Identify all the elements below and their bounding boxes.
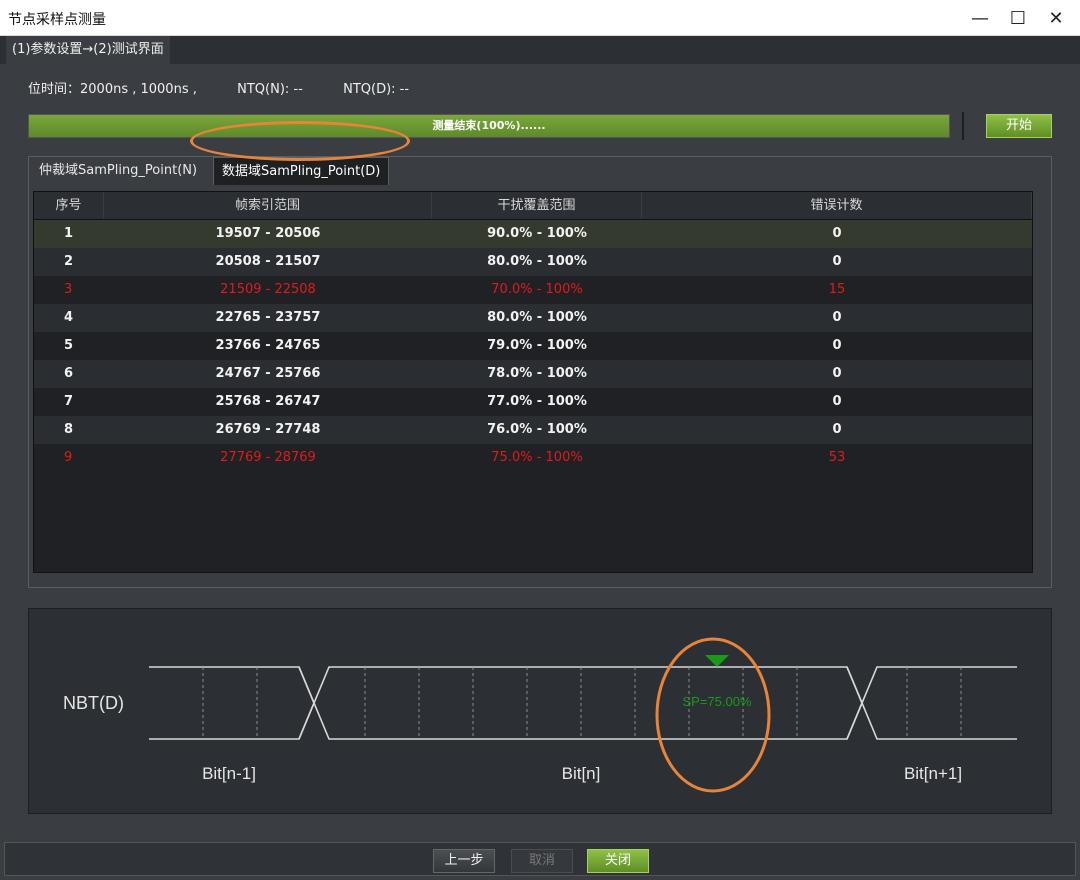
row-index: 9 [64, 450, 73, 465]
row-interference-range: 76.0% - 100% [487, 422, 587, 437]
maximize-icon[interactable]: ☐ [1003, 4, 1033, 32]
row-error-count: 0 [832, 254, 842, 269]
header-index[interactable]: 序号 [34, 192, 104, 219]
table-row[interactable]: 3 21509 - 22508 70.0% - 100% 15 [34, 276, 1032, 304]
bus-lines [149, 666, 1017, 740]
breadcrumb-bar: (1)参数设置→(2)测试界面 [0, 36, 1080, 64]
minimize-icon[interactable]: — [965, 4, 995, 32]
header-interference-range[interactable]: 干扰覆盖范围 [432, 192, 642, 219]
tab-arbitration-sampling-point[interactable]: 仲裁域SamPling_Point(N) [31, 157, 205, 185]
header-error-count[interactable]: 错误计数 [642, 192, 1032, 219]
start-button[interactable]: 开始 [986, 114, 1052, 138]
results-table: 序号 帧索引范围 干扰覆盖范围 错误计数 1 19507 - 20506 90.0%… [33, 191, 1033, 573]
tab-data-sampling-point[interactable]: 数据域SamPling_Point(D) [213, 157, 390, 185]
close-icon[interactable]: ✕ [1041, 4, 1071, 32]
previous-step-button[interactable]: 上一步 [433, 849, 495, 873]
table-row[interactable]: 2 20508 - 21507 80.0% - 100% 0 [34, 248, 1032, 276]
bit-time-label: 位时间：2000ns , 1000ns , [28, 82, 197, 97]
row-error-count: 0 [832, 338, 842, 353]
row-interference-range: 75.0% - 100% [491, 450, 583, 465]
bit-time-info: 位时间：2000ns , 1000ns , NTQ(N): -- NTQ(D):… [28, 78, 415, 97]
ntq-d-value: NTQ(D): -- [343, 82, 410, 97]
ntq-n-value: NTQ(N): -- [237, 82, 303, 97]
row-index: 5 [64, 338, 74, 353]
sampling-tab-panel: 仲裁域SamPling_Point(N) 数据域SamPling_Point(D… [28, 156, 1052, 588]
table-row[interactable]: 7 25768 - 26747 77.0% - 100% 0 [34, 388, 1032, 416]
waveform-panel: NBT(D) SP=75.00% Bit[n-1] Bit[n] Bit[n+1… [28, 608, 1052, 814]
table-body: 1 19507 - 20506 90.0% - 100% 0 2 20508 - 2150… [34, 220, 1032, 472]
row-interference-range: 90.0% - 100% [487, 226, 587, 241]
bit-label-prev: Bit[n-1] [202, 764, 256, 783]
row-error-count: 0 [832, 226, 842, 241]
title-bar: 节点采样点测量 — ☐ ✕ [0, 0, 1080, 36]
close-button[interactable]: 关闭 [587, 849, 649, 873]
row-frame-range: 20508 - 21507 [215, 254, 321, 269]
row-error-count: 0 [832, 310, 842, 325]
row-error-count: 0 [832, 394, 842, 409]
signal-label: NBT(D) [63, 693, 124, 713]
table-row[interactable]: 4 22765 - 23757 80.0% - 100% 0 [34, 304, 1032, 332]
row-index: 2 [64, 254, 74, 269]
row-interference-range: 78.0% - 100% [487, 366, 587, 381]
table-row[interactable]: 9 27769 - 28769 75.0% - 100% 53 [34, 444, 1032, 472]
sample-point-marker-icon [705, 655, 729, 667]
row-index: 4 [64, 310, 74, 325]
row-error-count: 0 [832, 366, 842, 381]
app-body: (1)参数设置→(2)测试界面 位时间：2000ns , 1000ns , NT… [0, 36, 1080, 880]
row-frame-range: 21509 - 22508 [220, 282, 316, 297]
row-interference-range: 80.0% - 100% [487, 254, 587, 269]
row-frame-range: 26769 - 27748 [215, 422, 321, 437]
row-index: 8 [64, 422, 74, 437]
row-error-count: 15 [828, 282, 846, 297]
row-interference-range: 79.0% - 100% [487, 338, 587, 353]
row-frame-range: 23766 - 24765 [215, 338, 321, 353]
footer-bar: 上一步 取消 关闭 [4, 842, 1076, 876]
progress-text: 测量结束(100%)...... [432, 119, 546, 132]
table-row[interactable]: 1 19507 - 20506 90.0% - 100% 0 [34, 220, 1032, 248]
row-frame-range: 25768 - 26747 [215, 394, 321, 409]
time-quanta-lines [202, 667, 962, 739]
row-frame-range: 19507 - 20506 [215, 226, 321, 241]
cancel-button[interactable]: 取消 [511, 849, 573, 873]
table-row[interactable]: 6 24767 - 25766 78.0% - 100% 0 [34, 360, 1032, 388]
row-index: 3 [64, 282, 73, 297]
row-interference-range: 80.0% - 100% [487, 310, 587, 325]
row-interference-range: 70.0% - 100% [491, 282, 583, 297]
table-header: 序号 帧索引范围 干扰覆盖范围 错误计数 [34, 192, 1032, 220]
divider [962, 112, 964, 140]
header-frame-range[interactable]: 帧索引范围 [104, 192, 432, 219]
table-row[interactable]: 5 23766 - 24765 79.0% - 100% 0 [34, 332, 1032, 360]
bit-label-next: Bit[n+1] [904, 764, 962, 783]
sample-point-label: SP=75.00% [682, 694, 751, 709]
row-frame-range: 22765 - 23757 [215, 310, 321, 325]
waveform-diagram: NBT(D) SP=75.00% Bit[n-1] Bit[n] Bit[n+1… [63, 637, 1017, 793]
row-error-count: 53 [828, 450, 846, 465]
row-error-count: 0 [832, 422, 842, 437]
row-index: 6 [64, 366, 74, 381]
progress-bar: 测量结束(100%)...... [28, 114, 950, 138]
row-frame-range: 27769 - 28769 [220, 450, 316, 465]
row-index: 7 [64, 394, 74, 409]
row-frame-range: 24767 - 25766 [215, 366, 321, 381]
table-row[interactable]: 8 26769 - 27748 76.0% - 100% 0 [34, 416, 1032, 444]
breadcrumb[interactable]: (1)参数设置→(2)测试界面 [6, 36, 170, 64]
row-interference-range: 77.0% - 100% [487, 394, 587, 409]
window-title: 节点采样点测量 [8, 12, 106, 28]
row-index: 1 [64, 226, 74, 241]
bit-label-current: Bit[n] [562, 764, 601, 783]
